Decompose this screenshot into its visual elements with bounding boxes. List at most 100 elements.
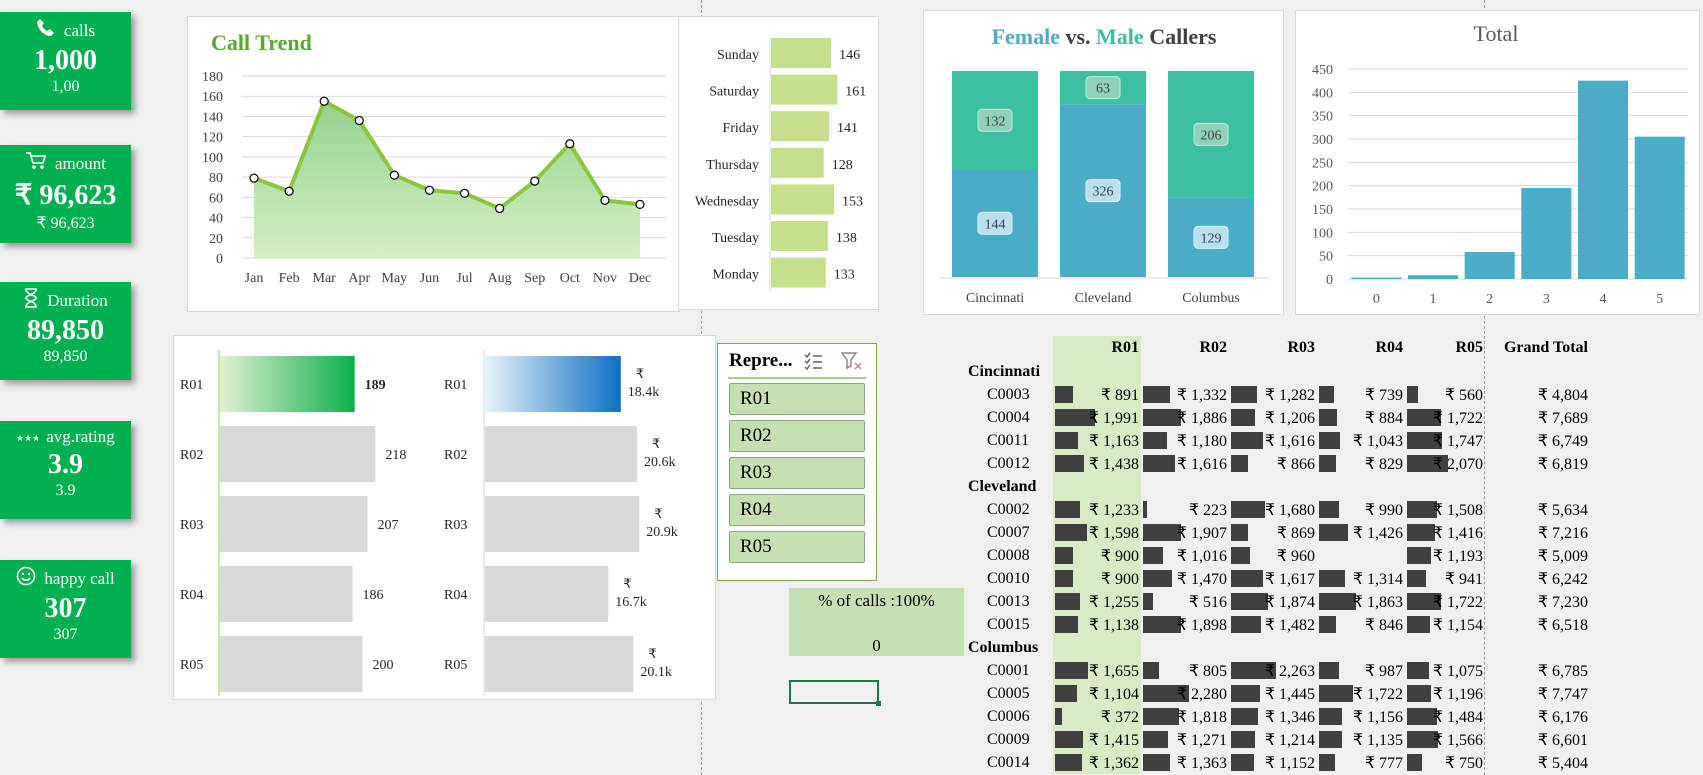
value-cell[interactable]: ₹ 900 [1053, 567, 1141, 590]
value-cell[interactable]: ₹ 1,104 [1053, 682, 1141, 705]
value-cell[interactable]: ₹ 900 [1053, 544, 1141, 567]
total-bar[interactable] [1464, 251, 1515, 279]
value-cell[interactable]: ₹ 1,680 [1229, 498, 1317, 521]
grand-total-cell[interactable]: ₹ 6,749 [1485, 429, 1590, 452]
value-cell[interactable]: ₹ 1,655 [1053, 659, 1141, 682]
rep-calls-bar[interactable] [220, 566, 353, 622]
value-cell[interactable]: ₹ 1,886 [1141, 406, 1229, 429]
weekday-bar[interactable] [771, 184, 834, 215]
customer-label[interactable]: C0001 [965, 659, 1053, 682]
value-cell[interactable]: ₹ 1,722 [1317, 682, 1405, 705]
customer-label[interactable]: C0014 [965, 751, 1053, 774]
value-cell[interactable]: ₹ 1,180 [1141, 429, 1229, 452]
rep-amount-bar[interactable] [485, 496, 640, 552]
grand-total-cell[interactable]: ₹ 7,216 [1485, 521, 1590, 544]
rep-charts[interactable]: R01 189 R01 ₹18.4k R02 218 R02 ₹20.6k R03 207 R03 ₹… [173, 335, 716, 700]
grand-total-cell[interactable]: ₹ 6,601 [1485, 728, 1590, 751]
data-point[interactable] [459, 188, 470, 198]
data-point[interactable] [389, 170, 399, 180]
value-cell[interactable]: ₹ 1,152 [1229, 751, 1317, 774]
grand-total-cell[interactable]: ₹ 5,404 [1485, 751, 1590, 774]
value-cell[interactable]: ₹ 2,280 [1141, 682, 1229, 705]
customer-label[interactable]: C0013 [965, 590, 1053, 613]
value-cell[interactable]: ₹ 1,438 [1053, 452, 1141, 475]
selected-cell[interactable] [789, 680, 881, 706]
value-cell[interactable]: ₹ 1,747 [1405, 429, 1485, 452]
customer-label[interactable]: C0002 [965, 498, 1053, 521]
value-cell[interactable]: ₹ 1,075 [1405, 659, 1485, 682]
value-cell[interactable]: ₹ 1,135 [1317, 728, 1405, 751]
customer-label[interactable]: C0005 [965, 682, 1053, 705]
total-bar[interactable] [1351, 277, 1402, 279]
value-cell[interactable]: ₹ 1,416 [1405, 521, 1485, 544]
rep-calls-bar[interactable] [220, 496, 368, 552]
customer-label[interactable]: C0003 [965, 383, 1053, 406]
data-point[interactable] [354, 115, 364, 126]
value-cell[interactable]: ₹ 1,907 [1141, 521, 1229, 544]
column-header[interactable]: R05 [1405, 336, 1485, 360]
weekday-bar[interactable] [771, 111, 830, 142]
total-chart[interactable]: Total 450 400 350 300 250 200 150 100 50 0 0 1 2 3 4 5 [1295, 10, 1700, 315]
value-cell[interactable]: ₹ 884 [1317, 406, 1405, 429]
value-cell[interactable]: ₹ 1,214 [1229, 728, 1317, 751]
value-cell[interactable]: ₹ 1,363 [1141, 751, 1229, 774]
rep-calls-bar[interactable] [220, 426, 376, 482]
total-bar[interactable] [1521, 188, 1572, 279]
total-bar[interactable] [1408, 275, 1458, 279]
value-cell[interactable]: ₹ 1,508 [1405, 498, 1485, 521]
customer-label[interactable]: C0010 [965, 567, 1053, 590]
value-cell[interactable]: ₹ 223 [1141, 498, 1229, 521]
customer-label[interactable]: C0012 [965, 452, 1053, 475]
value-cell[interactable]: ₹ 1,043 [1317, 429, 1405, 452]
weekday-chart[interactable]: Sunday 146 Saturday 161 Friday 141 Thursday 128… [678, 16, 879, 310]
value-cell[interactable]: ₹ 869 [1229, 521, 1317, 544]
value-cell[interactable]: ₹ 829 [1317, 452, 1405, 475]
value-cell[interactable]: ₹ 1,874 [1229, 590, 1317, 613]
value-cell[interactable]: ₹ 1,616 [1141, 452, 1229, 475]
value-cell[interactable]: ₹ 1,470 [1141, 567, 1229, 590]
pivot-table[interactable]: R01 R02 R03 R04 R05 Grand Total Cincinnati C000… [965, 336, 1590, 774]
customer-label[interactable]: C0009 [965, 728, 1053, 751]
data-point[interactable] [565, 139, 575, 149]
column-header[interactable]: R02 [1141, 336, 1229, 360]
value-cell[interactable]: ₹ 560 [1405, 383, 1485, 406]
weekday-bar[interactable] [771, 74, 838, 105]
grand-total-cell[interactable]: ₹ 5,634 [1485, 498, 1590, 521]
grand-total-cell[interactable]: ₹ 7,747 [1485, 682, 1590, 705]
value-cell[interactable]: ₹ 1,898 [1141, 613, 1229, 636]
value-cell[interactable]: ₹ 1,818 [1141, 705, 1229, 728]
grand-total-cell[interactable]: ₹ 6,819 [1485, 452, 1590, 475]
value-cell[interactable]: ₹ 941 [1405, 567, 1485, 590]
value-cell[interactable]: ₹ 1,138 [1053, 613, 1141, 636]
value-cell[interactable]: ₹ 1,566 [1405, 728, 1485, 751]
clear-filter-icon[interactable] [841, 351, 863, 371]
weekday-bar[interactable] [771, 38, 832, 68]
value-cell[interactable]: ₹ 846 [1317, 613, 1405, 636]
slicer-item-r02[interactable]: R02 [729, 420, 865, 452]
value-cell[interactable]: ₹ 1,426 [1317, 521, 1405, 544]
rep-calls-bar[interactable] [220, 636, 363, 692]
value-cell[interactable]: ₹ 1,196 [1405, 682, 1485, 705]
value-cell[interactable]: ₹ 1,156 [1317, 705, 1405, 728]
data-point[interactable] [530, 176, 540, 186]
column-header[interactable]: R04 [1317, 336, 1405, 360]
value-cell[interactable]: ₹ 1,271 [1141, 728, 1229, 751]
rep-amount-bar[interactable] [485, 636, 634, 692]
value-cell[interactable]: ₹ 1,193 [1405, 544, 1485, 567]
customer-label[interactable]: C0011 [965, 429, 1053, 452]
value-cell[interactable]: ₹ 1,016 [1141, 544, 1229, 567]
value-cell[interactable]: ₹ 1,991 [1053, 406, 1141, 429]
value-cell[interactable]: ₹ 1,722 [1405, 406, 1485, 429]
value-cell[interactable]: ₹ 1,206 [1229, 406, 1317, 429]
gender-chart[interactable]: Female vs. Male Callers 132 144 Cincinnati 6… [923, 10, 1284, 315]
weekday-bar[interactable] [771, 147, 824, 178]
data-point[interactable] [249, 173, 259, 183]
city-group-label[interactable]: Cleveland [965, 475, 1053, 498]
value-cell[interactable]: ₹ 866 [1229, 452, 1317, 475]
data-point[interactable] [635, 199, 645, 210]
slicer-item-r05[interactable]: R05 [729, 531, 865, 563]
grand-total-cell[interactable]: ₹ 6,242 [1485, 567, 1590, 590]
rep-amount-bar[interactable] [485, 356, 621, 412]
value-cell[interactable]: ₹ 1,484 [1405, 705, 1485, 728]
value-cell[interactable]: ₹ 1,616 [1229, 429, 1317, 452]
